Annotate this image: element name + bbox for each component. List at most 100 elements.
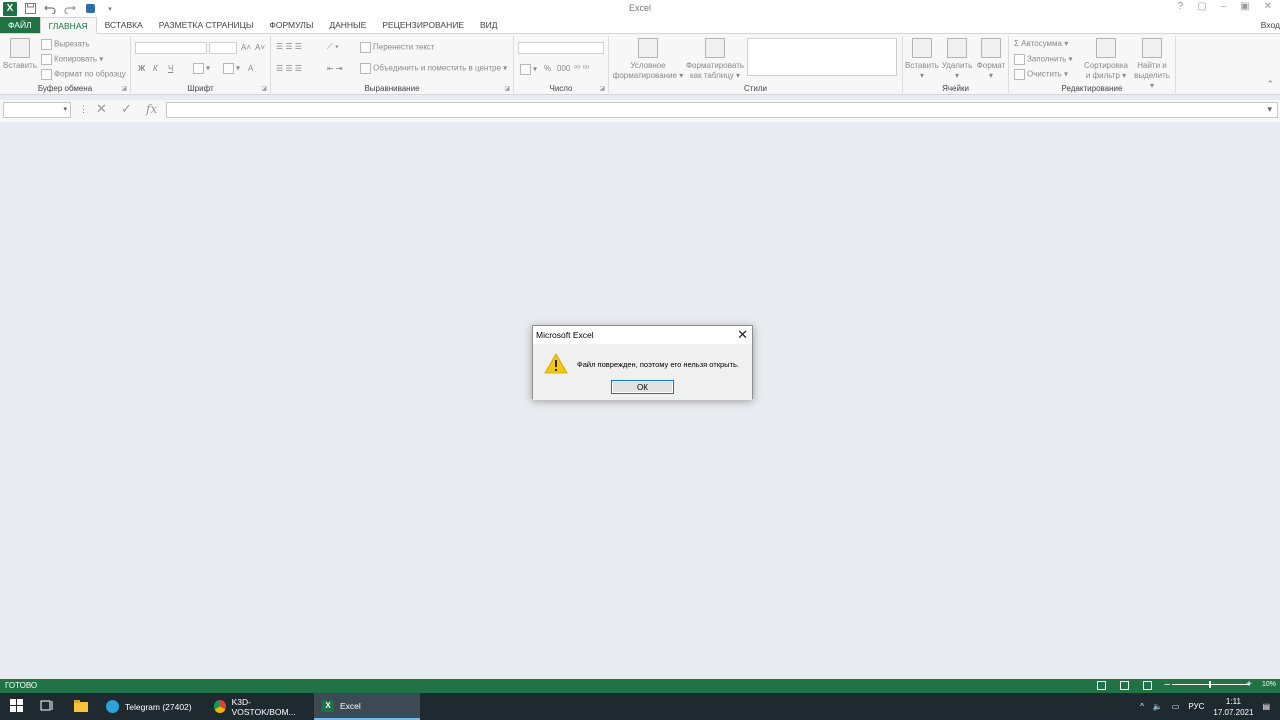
- network-icon[interactable]: ▭: [1172, 702, 1180, 711]
- chevron-down-icon[interactable]: ▾: [63, 105, 67, 113]
- number-launcher-icon[interactable]: ◪: [599, 85, 605, 92]
- tab-insert[interactable]: ВСТАВКА: [97, 17, 151, 33]
- tab-view[interactable]: ВИД: [472, 17, 506, 33]
- font-color-button[interactable]: A: [248, 64, 253, 73]
- delete-cells-button[interactable]: Удалить ▾: [940, 38, 974, 81]
- format-painter-button[interactable]: Формат по образцу: [41, 69, 126, 80]
- file-explorer-icon[interactable]: [74, 699, 88, 713]
- clear-button[interactable]: Очистить ▾: [1014, 69, 1068, 80]
- format-cells-button[interactable]: Формат ▾: [974, 38, 1008, 81]
- name-box[interactable]: ▾: [3, 102, 71, 118]
- indent-button[interactable]: ⇤ ⇥: [327, 64, 343, 73]
- help-icon[interactable]: ?: [1178, 1, 1184, 12]
- windows-start-icon[interactable]: [10, 699, 24, 713]
- minimize-icon[interactable]: –: [1221, 1, 1227, 12]
- clipboard-launcher-icon[interactable]: ◪: [121, 85, 127, 92]
- page-layout-view-icon[interactable]: [1120, 681, 1129, 690]
- zoom-in-icon[interactable]: +: [1246, 679, 1252, 690]
- fill-color-button[interactable]: ▾: [223, 63, 240, 74]
- tab-page-layout[interactable]: РАЗМЕТКА СТРАНИЦЫ: [151, 17, 262, 33]
- align-left-button[interactable]: ☰ ☰ ☰: [276, 64, 302, 73]
- tab-home[interactable]: ГЛАВНАЯ: [39, 17, 97, 34]
- decimal-buttons[interactable]: ⁰⁰ ⁰⁰: [574, 64, 589, 73]
- sort-filter-label: Сортировка и фильтр: [1084, 61, 1128, 80]
- app-title: Excel: [628, 3, 651, 13]
- alignment-launcher-icon[interactable]: ◪: [504, 85, 510, 92]
- zoom-slider[interactable]: [1172, 681, 1250, 688]
- merge-center-button[interactable]: Объединить и поместить в центре ▾: [360, 63, 507, 74]
- task-view-icon[interactable]: [40, 699, 54, 713]
- zoom-level[interactable]: 10%: [1262, 681, 1276, 688]
- formula-bar-splitter[interactable]: ⋮: [79, 104, 88, 115]
- taskbar: Telegram (27402) K3D-VOSTOK/BOM... X Exc…: [0, 693, 1280, 720]
- font-name-combo[interactable]: [135, 42, 207, 54]
- collapse-ribbon-icon[interactable]: ⌃: [1266, 79, 1274, 90]
- cells-group: Вставить ▾ Удалить ▾ Формат ▾ Ячейки: [903, 36, 1009, 93]
- autosum-label: Автосумма: [1021, 39, 1062, 48]
- grow-font-button[interactable]: A˄: [241, 43, 251, 52]
- alignment-group: ☰ ☰ ☰ ⟋ ▾ Перенести текст ☰ ☰ ☰ ⇤ ⇥ Объе…: [271, 36, 514, 93]
- taskbar-excel-label: Excel: [340, 700, 361, 711]
- insert-function-icon[interactable]: fx: [146, 102, 157, 116]
- scissors-icon: [41, 39, 52, 50]
- ribbon-display-icon[interactable]: ▢: [1197, 1, 1206, 12]
- cut-label: Вырезать: [54, 39, 90, 49]
- percent-button[interactable]: %: [544, 64, 551, 73]
- page-break-view-icon[interactable]: [1143, 681, 1152, 690]
- insert-cells-button[interactable]: Вставить ▾: [905, 38, 939, 81]
- sort-filter-button[interactable]: Сортировка и фильтр ▾: [1081, 38, 1131, 81]
- notifications-icon[interactable]: ▤: [1262, 702, 1270, 711]
- copy-button[interactable]: Копировать ▾: [41, 54, 103, 65]
- tab-formulas[interactable]: ФОРМУЛЫ: [261, 17, 321, 33]
- autosum-button[interactable]: Σ Автосумма ▾: [1014, 39, 1068, 48]
- zoom-out-icon[interactable]: –: [1164, 679, 1170, 690]
- merge-icon: [360, 63, 371, 74]
- signin-link[interactable]: Вход: [1261, 20, 1280, 30]
- align-top-button[interactable]: ☰ ☰ ☰: [276, 42, 302, 51]
- zoom-slider-thumb[interactable]: [1209, 681, 1211, 688]
- number-format-combo[interactable]: [518, 42, 604, 54]
- italic-button[interactable]: К: [153, 64, 158, 73]
- fill-button[interactable]: Заполнить ▾: [1014, 54, 1073, 65]
- fill-down-icon: [1014, 54, 1025, 65]
- borders-icon: [193, 63, 204, 74]
- formula-input[interactable]: ▾: [166, 102, 1278, 118]
- taskbar-item-excel[interactable]: X Excel: [314, 693, 420, 720]
- taskbar-item-chrome[interactable]: K3D-VOSTOK/BOM...: [206, 693, 314, 720]
- normal-view-icon[interactable]: [1097, 681, 1106, 690]
- thousands-button[interactable]: 000: [557, 64, 570, 73]
- restore-icon[interactable]: ▣: [1240, 1, 1249, 12]
- window-controls: ? ▢ – ▣ ✕: [1178, 1, 1272, 12]
- warning-icon: [544, 353, 568, 374]
- orientation-button[interactable]: ⟋ ▾: [327, 42, 339, 52]
- font-launcher-icon[interactable]: ◪: [261, 85, 267, 92]
- tab-review[interactable]: РЕЦЕНЗИРОВАНИЕ: [374, 17, 472, 33]
- cut-button[interactable]: Вырезать: [41, 39, 90, 50]
- font-size-combo[interactable]: [209, 42, 237, 54]
- dialog-close-icon[interactable]: ✕: [737, 327, 748, 343]
- language-indicator[interactable]: РУС: [1188, 702, 1204, 711]
- wrap-text-button[interactable]: Перенести текст: [360, 42, 435, 53]
- expand-formula-icon[interactable]: ▾: [1267, 104, 1272, 115]
- currency-button[interactable]: ▾: [520, 64, 537, 75]
- confirm-entry-icon[interactable]: ✓: [121, 101, 132, 117]
- tab-data[interactable]: ДАННЫЕ: [321, 17, 374, 33]
- cancel-entry-icon[interactable]: ✕: [96, 101, 107, 117]
- conditional-formatting-button[interactable]: Условное форматирование ▾: [611, 38, 685, 81]
- clock[interactable]: 1:11 17.07.2021: [1213, 696, 1253, 718]
- tray-overflow-icon[interactable]: ^: [1140, 702, 1144, 711]
- underline-button[interactable]: Ч: [168, 64, 173, 73]
- taskbar-item-telegram[interactable]: Telegram (27402): [98, 693, 208, 720]
- format-as-table-button[interactable]: Форматировать как таблицу ▾: [683, 38, 747, 81]
- cell-styles-gallery[interactable]: [747, 38, 897, 76]
- format-painter-label: Формат по образцу: [54, 69, 126, 79]
- close-icon[interactable]: ✕: [1264, 1, 1272, 12]
- borders-button[interactable]: ▾: [193, 63, 210, 74]
- volume-icon[interactable]: 🔈: [1153, 702, 1163, 711]
- bold-button[interactable]: Ж: [138, 64, 145, 73]
- dialog-title-bar[interactable]: Microsoft Excel ✕: [533, 326, 752, 344]
- tab-file[interactable]: ФАЙЛ: [0, 17, 40, 33]
- paste-button[interactable]: Вставить: [3, 38, 37, 71]
- ok-button[interactable]: ОК: [611, 380, 674, 394]
- shrink-font-button[interactable]: A˅: [255, 43, 265, 52]
